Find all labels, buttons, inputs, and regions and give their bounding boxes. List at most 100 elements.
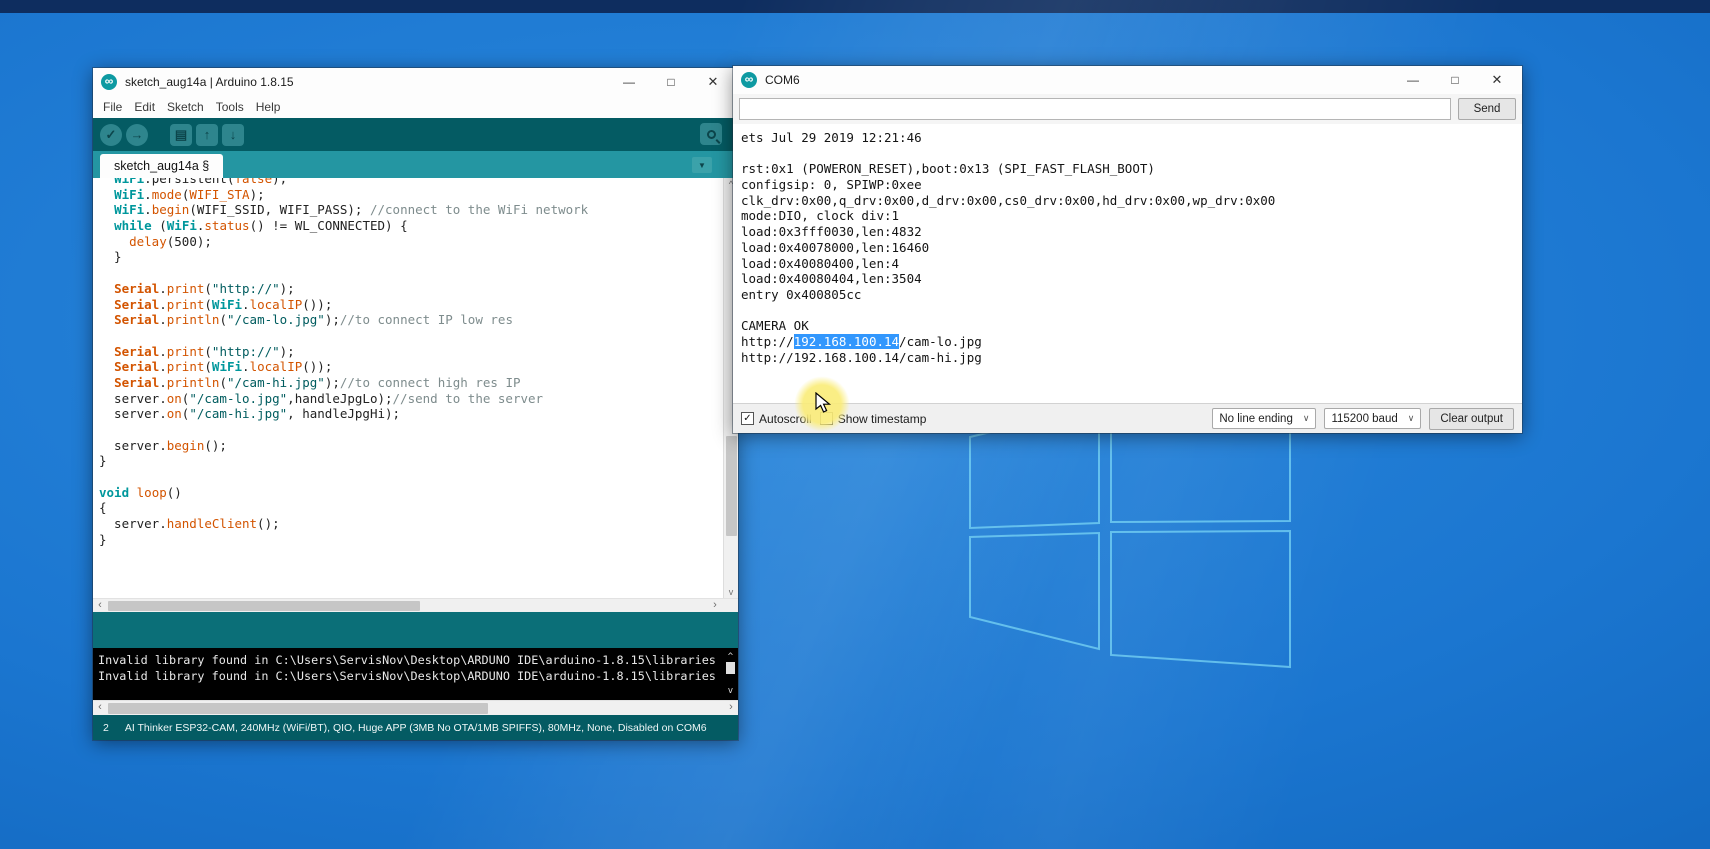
- build-console: Invalid library found in C:\Users\Servis…: [93, 648, 738, 700]
- chevron-down-icon: ∨: [1303, 413, 1310, 424]
- verify-button[interactable]: ✓: [100, 124, 122, 146]
- open-sketch-icon: ↑: [204, 128, 211, 141]
- menu-edit[interactable]: Edit: [128, 98, 161, 116]
- send-button[interactable]: Send: [1458, 98, 1516, 120]
- serial-output[interactable]: ets Jul 29 2019 12:21:46 rst:0x1 (POWERO…: [733, 124, 1522, 403]
- maximize-button[interactable]: □: [650, 68, 692, 96]
- autoscroll-control[interactable]: ✓ Autoscroll: [741, 412, 812, 426]
- close-button[interactable]: ✕: [692, 68, 734, 96]
- scroll-left-icon[interactable]: ‹: [93, 701, 107, 715]
- scroll-down-icon[interactable]: v: [724, 587, 738, 597]
- line-ending-value: No line ending: [1219, 413, 1293, 425]
- scroll-right-icon[interactable]: ›: [708, 599, 722, 612]
- show-timestamp-control[interactable]: Show timestamp: [820, 412, 927, 426]
- ide-status-bar: 2 AI Thinker ESP32-CAM, 240MHz (WiFi/BT)…: [93, 715, 738, 740]
- upload-icon: →: [131, 128, 144, 141]
- code-line: server.on("/cam-hi.jpg", handleJpgHi);: [99, 406, 723, 422]
- tab-sketch-aug14a[interactable]: sketch_aug14a §: [100, 154, 223, 178]
- code-line: WiFi.mode(WIFI_STA);: [99, 187, 723, 203]
- menu-tools[interactable]: Tools: [210, 98, 250, 116]
- editor-horizontal-scrollbar[interactable]: ‹ ›: [93, 598, 738, 612]
- code-line: [99, 422, 723, 438]
- code-line: WiFi.persistent(false);: [99, 178, 723, 187]
- tab-bar: sketch_aug14a § ▼: [93, 151, 738, 178]
- save-sketch-icon: ↓: [230, 128, 237, 141]
- menu-sketch[interactable]: Sketch: [161, 98, 210, 116]
- serial-output-line: clk_drv:0x00,q_drv:0x00,d_drv:0x00,cs0_d…: [741, 193, 1514, 209]
- code-line: void loop(): [99, 485, 723, 501]
- tab-label: sketch_aug14a §: [114, 159, 209, 173]
- code-line: Serial.print("http://");: [99, 281, 723, 297]
- code-line: [99, 328, 723, 344]
- code-line: }: [99, 453, 723, 469]
- editor-hscroll-thumb[interactable]: [108, 601, 420, 611]
- serial-output-line: http://192.168.100.14/cam-lo.jpg: [741, 334, 1514, 350]
- serial-output-line: load:0x3fff0030,len:4832: [741, 224, 1514, 240]
- console-hscroll-thumb[interactable]: [108, 703, 488, 714]
- minimize-button[interactable]: —: [608, 68, 650, 96]
- arduino-titlebar[interactable]: ∞ sketch_aug14a | Arduino 1.8.15 — □ ✕: [93, 68, 738, 96]
- autoscroll-checkbox[interactable]: ✓: [741, 412, 754, 425]
- baud-rate-value: 115200 baud: [1331, 413, 1397, 425]
- code-line: {: [99, 500, 723, 516]
- serial-output-line: [741, 146, 1514, 162]
- menu-file[interactable]: File: [97, 98, 128, 116]
- code-line: delay(500);: [99, 234, 723, 250]
- desktop-top-strip: [0, 0, 1710, 13]
- serial-input[interactable]: [739, 98, 1451, 120]
- line-ending-dropdown[interactable]: No line ending ∨: [1212, 408, 1316, 429]
- code-line: Serial.println("/cam-lo.jpg");//to conne…: [99, 312, 723, 328]
- save-sketch-button[interactable]: ↓: [222, 124, 244, 146]
- serial-window-title: COM6: [765, 73, 800, 87]
- console-vertical-scrollbar[interactable]: ^ v: [723, 648, 738, 700]
- current-line-number: 2: [103, 722, 109, 734]
- serial-monitor-button[interactable]: [700, 123, 722, 145]
- new-sketch-button[interactable]: ▤: [170, 124, 192, 146]
- editor-vscroll-thumb[interactable]: [726, 436, 737, 536]
- scroll-down-icon[interactable]: v: [723, 683, 738, 699]
- selected-ip-text: 192.168.100.14: [794, 334, 899, 349]
- close-button[interactable]: ✕: [1476, 66, 1518, 94]
- arduino-app-icon: ∞: [741, 72, 757, 88]
- upload-button[interactable]: →: [126, 124, 148, 146]
- baud-rate-dropdown[interactable]: 115200 baud ∨: [1324, 408, 1421, 429]
- serial-output-line: http://192.168.100.14/cam-hi.jpg: [741, 350, 1514, 366]
- code-line: Serial.print(WiFi.localIP());: [99, 359, 723, 375]
- minimize-button[interactable]: —: [1392, 66, 1434, 94]
- code-line: WiFi.begin(WIFI_SSID, WIFI_PASS); //conn…: [99, 202, 723, 218]
- tab-list-button[interactable]: ▼: [692, 157, 712, 173]
- code-editor[interactable]: WiFi.persistent(false); WiFi.mode(WIFI_S…: [93, 178, 738, 598]
- code-line: Serial.println("/cam-hi.jpg");//to conne…: [99, 375, 723, 391]
- arduino-app-icon: ∞: [101, 74, 117, 90]
- clear-output-button[interactable]: Clear output: [1429, 408, 1514, 430]
- console-horizontal-scrollbar[interactable]: ‹ ›: [93, 700, 738, 715]
- serial-monitor-icon: [707, 130, 716, 139]
- serial-output-line: configsip: 0, SPIWP:0xee: [741, 177, 1514, 193]
- show-timestamp-label: Show timestamp: [838, 412, 927, 426]
- verify-icon: ✓: [106, 128, 117, 141]
- status-message-band: [93, 612, 738, 648]
- code-line: }: [99, 249, 723, 265]
- console-vscroll-thumb[interactable]: [726, 662, 735, 674]
- serial-titlebar[interactable]: ∞ COM6 — □ ✕: [733, 66, 1522, 94]
- serial-output-line: entry 0x400805cc: [741, 287, 1514, 303]
- console-error-line: Invalid library found in C:\Users\Servis…: [98, 668, 720, 684]
- maximize-button[interactable]: □: [1434, 66, 1476, 94]
- code-line: [99, 469, 723, 485]
- arduino-ide-window: ∞ sketch_aug14a | Arduino 1.8.15 — □ ✕ F…: [93, 68, 738, 740]
- scroll-right-icon[interactable]: ›: [724, 701, 738, 715]
- autoscroll-label: Autoscroll: [759, 412, 812, 426]
- serial-output-line: CAMERA OK: [741, 318, 1514, 334]
- serial-monitor-window: ∞ COM6 — □ ✕ Send ets Jul 29 2019 12:21:…: [733, 66, 1522, 433]
- send-row: Send: [733, 94, 1522, 124]
- scroll-left-icon[interactable]: ‹: [93, 599, 107, 612]
- serial-output-line: load:0x40078000,len:16460: [741, 240, 1514, 256]
- menu-help[interactable]: Help: [250, 98, 287, 116]
- show-timestamp-checkbox[interactable]: [820, 412, 833, 425]
- arduino-window-title: sketch_aug14a | Arduino 1.8.15: [125, 75, 294, 89]
- code-line: Serial.print(WiFi.localIP());: [99, 297, 723, 313]
- serial-output-line: [741, 303, 1514, 319]
- serial-output-line: mode:DIO, clock div:1: [741, 208, 1514, 224]
- code-line: Serial.print("http://");: [99, 344, 723, 360]
- open-sketch-button[interactable]: ↑: [196, 124, 218, 146]
